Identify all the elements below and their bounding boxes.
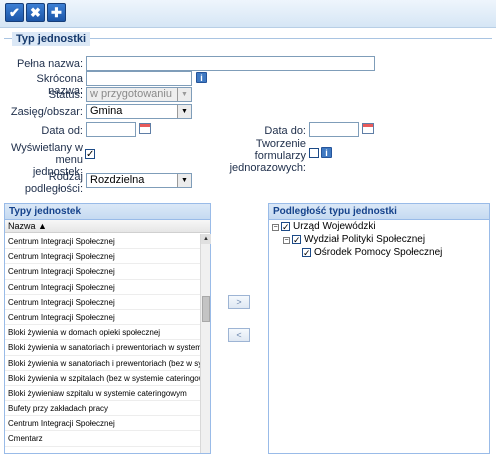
- panel-title: Typy jednostek: [5, 204, 210, 220]
- subordination-panel: Podległość typu jednostki − ✓ Urząd Woje…: [268, 203, 490, 454]
- list-item[interactable]: Bufety przy zakładach pracy: [5, 401, 200, 417]
- tree-node-label[interactable]: Ośrodek Pomocy Społecznej: [314, 247, 442, 259]
- list-item[interactable]: Bloki żywienia w sanatoriach i prewentor…: [5, 340, 200, 356]
- move-right-button[interactable]: >: [228, 295, 250, 309]
- list-item[interactable]: Centrum Integracji Społecznej: [5, 416, 200, 432]
- subordination-type-label: Rodzaj podległości:: [24, 171, 83, 195]
- full-name-input[interactable]: [86, 56, 375, 71]
- date-from-input[interactable]: [86, 122, 136, 137]
- unit-types-panel: Typy jednostek Nazwa ▲ Centrum Integracj…: [4, 203, 211, 454]
- list-item[interactable]: Cmentarz: [5, 431, 200, 447]
- check-icon: ✔: [9, 5, 20, 20]
- unit-types-list: Centrum Integracji Społecznej Centrum In…: [5, 234, 200, 453]
- chevron-down-icon[interactable]: ▼: [177, 105, 191, 118]
- tree-checkbox[interactable]: ✓: [281, 222, 290, 232]
- scroll-up-icon[interactable]: ▲: [201, 234, 211, 244]
- status-value: w przygotowaniu: [90, 88, 172, 100]
- list-item[interactable]: Bloki żywienia w domach opieki społeczne…: [5, 325, 200, 341]
- add-button[interactable]: ✚: [47, 3, 66, 22]
- list-item[interactable]: Bloki żywienia w sanatoriach i prewentor…: [5, 356, 200, 371]
- calendar-icon[interactable]: [362, 123, 374, 134]
- date-to-input[interactable]: [309, 122, 359, 137]
- cancel-button[interactable]: ✖: [26, 3, 45, 22]
- column-header-name[interactable]: Nazwa ▲: [5, 220, 210, 233]
- info-icon[interactable]: i: [196, 72, 207, 83]
- chevron-down-icon[interactable]: ▼: [177, 174, 191, 187]
- tree-node-label[interactable]: Wydział Polityki Społecznej: [304, 234, 425, 246]
- scrollbar-thumb[interactable]: [202, 296, 210, 322]
- one-time-forms-label: Tworzenie formularzy jednorazowych:: [229, 138, 306, 174]
- list-item[interactable]: Centrum Integracji Społecznej: [5, 249, 200, 265]
- short-name-input[interactable]: [86, 71, 192, 86]
- x-icon: ✖: [30, 5, 41, 20]
- collapse-toggle[interactable]: −: [283, 237, 290, 244]
- tree-node-label[interactable]: Urząd Wojewódzki: [293, 221, 376, 233]
- date-from-label: Data od:: [41, 125, 83, 137]
- list-item[interactable]: Centrum Integracji Społecznej: [5, 310, 200, 326]
- status-select: w przygotowaniu ▼: [86, 87, 192, 102]
- list-item[interactable]: Centrum Integracji Społecznej: [5, 295, 200, 310]
- collapse-toggle[interactable]: −: [272, 224, 279, 231]
- show-in-menu-checkbox[interactable]: ✓: [85, 149, 95, 160]
- save-button[interactable]: ✔: [5, 3, 24, 22]
- status-label: Status:: [48, 89, 83, 101]
- scope-select[interactable]: Gmina ▼: [86, 104, 192, 119]
- list-item[interactable]: Centrum Integracji Społecznej: [5, 234, 200, 250]
- scope-value: Gmina: [90, 105, 123, 117]
- fieldset-legend: Typ jednostki: [12, 32, 91, 46]
- full-name-label: Pełna nazwa:: [16, 58, 83, 70]
- list-item[interactable]: Centrum Integracji Społecznej: [5, 264, 200, 280]
- calendar-icon[interactable]: [139, 123, 151, 134]
- info-icon[interactable]: i: [321, 147, 332, 158]
- list-item[interactable]: Centrum Integracji Społecznej: [5, 280, 200, 295]
- toolbar: ✔ ✖ ✚: [0, 0, 496, 28]
- date-to-label: Data do:: [264, 125, 306, 137]
- tree-checkbox[interactable]: ✓: [302, 248, 311, 258]
- vertical-scrollbar[interactable]: ▲: [200, 234, 211, 453]
- subordination-type-select[interactable]: Rozdzielna ▼: [86, 173, 192, 188]
- chevron-down-icon: ▼: [177, 88, 191, 101]
- panel-title: Podległość typu jednostki: [269, 204, 489, 220]
- scope-label: Zasięg/obszar:: [10, 106, 83, 118]
- list-item[interactable]: Bloki żywieniaw szpitalu w systemie cate…: [5, 386, 200, 402]
- subordination-type-value: Rozdzielna: [90, 174, 145, 186]
- tree-checkbox[interactable]: ✓: [292, 235, 301, 245]
- plus-icon: ✚: [51, 5, 62, 20]
- move-left-button[interactable]: <: [228, 328, 250, 342]
- one-time-forms-checkbox[interactable]: [309, 148, 319, 158]
- list-item[interactable]: Bloki żywienia w szpitalach (bez w syste…: [5, 371, 200, 386]
